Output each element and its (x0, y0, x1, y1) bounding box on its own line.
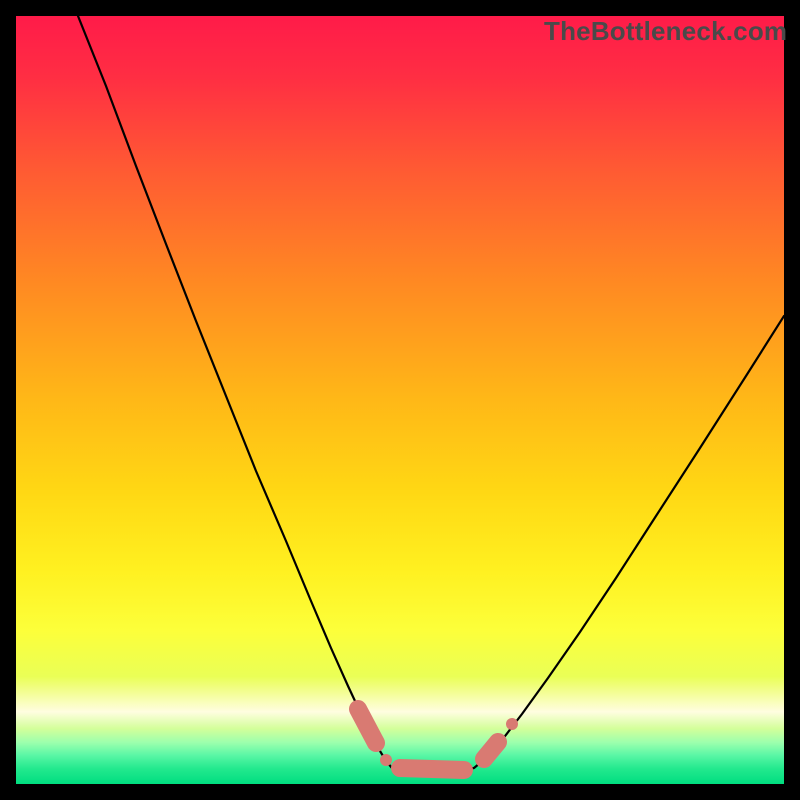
marker-pill (484, 742, 498, 759)
marker-dot (506, 718, 518, 730)
marker-pill (400, 768, 464, 770)
chart-stage: TheBottleneck.com (0, 0, 800, 800)
watermark-text: TheBottleneck.com (544, 16, 787, 47)
plot-area (16, 16, 784, 784)
gradient-background (16, 16, 784, 784)
marker-dot (380, 754, 392, 766)
chart-svg (16, 16, 784, 784)
